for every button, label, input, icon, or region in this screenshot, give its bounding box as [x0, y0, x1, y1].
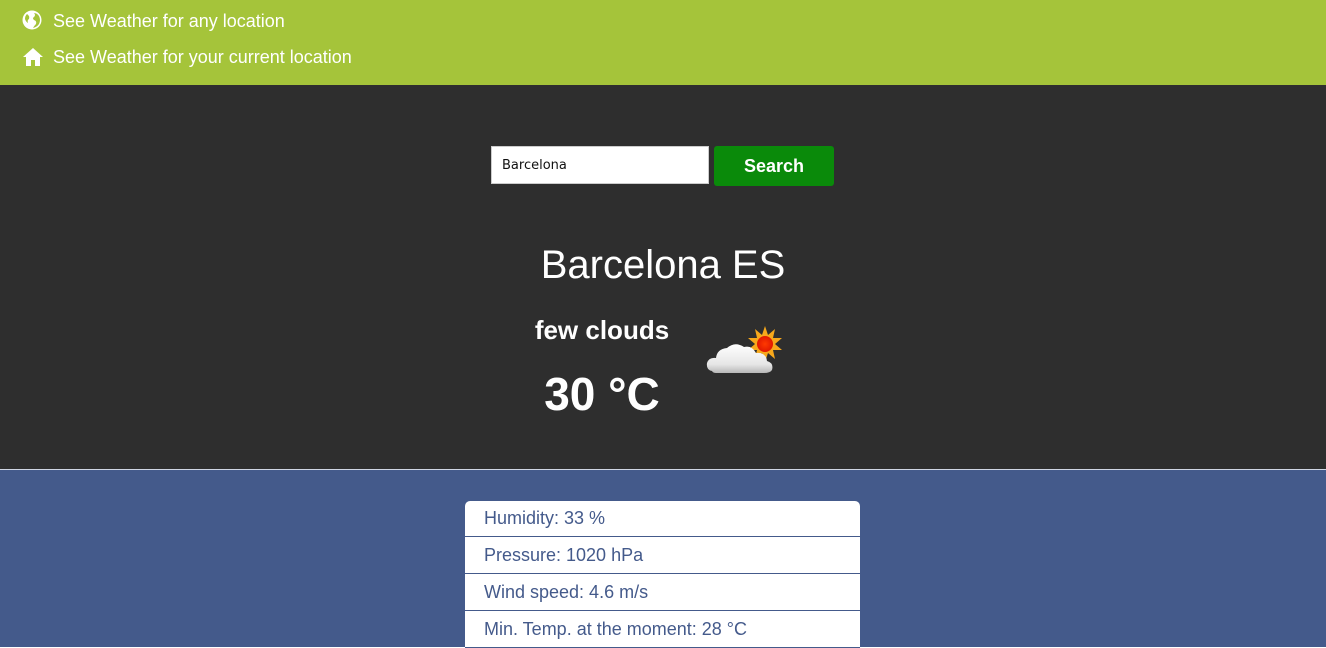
weather-description: few clouds [534, 315, 670, 345]
globe-icon [22, 10, 44, 32]
city-name: Barcelona ES [540, 243, 786, 287]
details-list: Humidity: 33 % Pressure: 1020 hPa Wind s… [465, 501, 860, 648]
any-location-link[interactable]: See Weather for any location [22, 10, 285, 32]
city-search-input[interactable] [491, 146, 709, 184]
current-location-link[interactable]: See Weather for your current location [22, 46, 352, 68]
weather-panel: Search Barcelona ES few clouds 30 °C [0, 85, 1326, 470]
any-location-label: See Weather for any location [53, 10, 285, 31]
temperature: 30 °C [544, 368, 660, 420]
pressure-item: Pressure: 1020 hPa [465, 537, 860, 574]
current-location-label: See Weather for your current location [53, 46, 352, 67]
home-icon [22, 46, 44, 68]
search-button[interactable]: Search [714, 146, 834, 186]
top-navigation: See Weather for any location See Weather… [0, 0, 1326, 85]
wind-speed-item: Wind speed: 4.6 m/s [465, 574, 860, 611]
few-clouds-icon [704, 325, 788, 379]
weather-details: Humidity: 33 % Pressure: 1020 hPa Wind s… [0, 470, 1326, 648]
humidity-item: Humidity: 33 % [465, 501, 860, 537]
min-temp-item: Min. Temp. at the moment: 28 °C [465, 611, 860, 648]
